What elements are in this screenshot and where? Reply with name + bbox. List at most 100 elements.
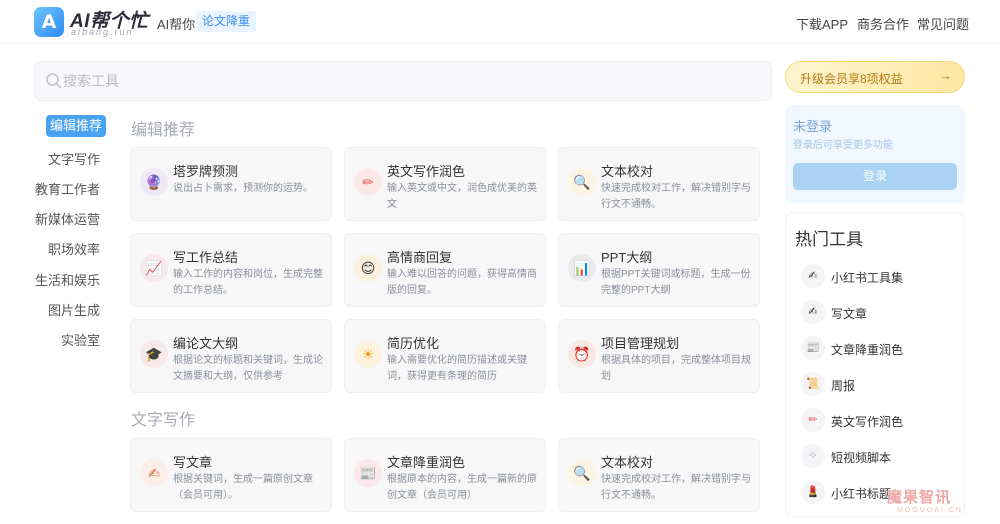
ai-help-label: AI帮你 [157, 17, 196, 32]
card-title: 英文写作润色 [387, 164, 466, 179]
card-title: 写工作总结 [173, 250, 239, 265]
login-panel: 未登录 登录后可享受更多功能 登录 [785, 105, 965, 203]
category-workplace[interactable]: 职场效率 [30, 239, 100, 258]
quill-icon: ✍ [801, 300, 825, 324]
trend-chart-icon: 📈 [140, 254, 168, 282]
tool-card-proofread-2[interactable]: 🔍 文本校对 快速完成校对工作，解决错别字与行文不通畅。 [558, 438, 760, 512]
nav-download-app[interactable]: 下载APP [796, 14, 848, 33]
logo-icon[interactable]: A [34, 7, 64, 37]
card-desc: 快速完成校对工作，解决错别字与行文不通畅。 [601, 474, 751, 501]
hot-tool-item[interactable]: ✏ 英文写作润色 [801, 408, 961, 434]
card-desc: 输入工作的内容和岗位，生成完整的工作总结。 [173, 269, 323, 296]
hot-tool-item[interactable]: 📜 周报 [801, 372, 961, 398]
dots-icon: ⁘ [801, 444, 825, 468]
category-editor-picks[interactable]: 编辑推荐 [46, 115, 106, 137]
card-desc: 根据具体的项目，完成整体项目规划 [601, 355, 751, 382]
card-desc: 快速完成校对工作，解决错别字与行文不通畅。 [601, 183, 751, 210]
category-new-media[interactable]: 新媒体运营 [30, 209, 100, 228]
article-icon: 📰 [354, 459, 382, 487]
hot-tool-label: 小红书工具集 [831, 271, 904, 285]
section-title-editor-picks: 编辑推荐 [131, 122, 196, 139]
card-desc: 根据论文的标题和关键词，生成论文摘要和大纲，仅供参考 [173, 355, 323, 382]
card-title: 项目管理规划 [601, 336, 680, 351]
tool-card-tarot[interactable]: 🔮 塔罗牌预测 说出占卜需求，预测你的运势。 [130, 147, 332, 221]
card-title: 简历优化 [387, 336, 440, 351]
section-title-writing: 文字写作 [131, 412, 196, 429]
card-title: 塔罗牌预测 [173, 164, 239, 179]
hot-tool-item[interactable]: ✍ 小红书工具集 [801, 264, 961, 290]
category-image-generation[interactable]: 图片生成 [30, 300, 100, 319]
pencil-icon: ✏ [354, 168, 382, 196]
hot-tool-label: 文章降重润色 [831, 343, 904, 357]
hot-tool-label: 周报 [831, 379, 856, 393]
card-desc: 输入需要优化的简历描述或关键词，获得更有条理的简历 [387, 355, 527, 382]
tool-card-article-rewrite[interactable]: 📰 文章降重润色 根据原本的内容，生成一篇新的原创文章（会员可用） [344, 438, 546, 512]
hot-tool-label: 写文章 [831, 307, 868, 321]
nav-faq[interactable]: 常见问题 [917, 14, 969, 33]
hot-tool-item[interactable]: 📰 文章降重润色 [801, 336, 961, 362]
category-educators[interactable]: 教育工作者 [30, 179, 100, 198]
login-status: 未登录 [793, 119, 833, 134]
card-desc: 输入难以回答的问题，获得高情商版的回复。 [387, 269, 537, 296]
arrow-right-icon: → [939, 68, 952, 83]
nav-business[interactable]: 商务合作 [857, 14, 909, 33]
scroll-icon: 📜 [801, 372, 825, 396]
magnifier-icon: 🔍 [568, 168, 596, 196]
alarm-clock-icon: ⏰ [568, 340, 596, 368]
card-desc: 根据关键词，生成一篇原创文章（会员可用）。 [173, 474, 313, 501]
tool-card-project-plan[interactable]: ⏰ 项目管理规划 根据具体的项目，完成整体项目规划 [558, 319, 760, 393]
search-bar[interactable] [34, 61, 772, 101]
watermark-en: MOGUOAI.CN [897, 507, 963, 514]
upgrade-membership-button[interactable]: 升级会员享8项权益 → [785, 61, 965, 93]
search-icon [46, 73, 62, 89]
sun-icon: ☀ [354, 340, 382, 368]
tool-card-work-summary[interactable]: 📈 写工作总结 输入工作的内容和岗位，生成完整的工作总结。 [130, 233, 332, 307]
watermark: 魔果智讯 MOGUOAI.CN [887, 486, 961, 514]
hot-tool-item[interactable]: ⁘ 短视频脚本 [801, 444, 961, 470]
card-title: 写文章 [173, 455, 213, 470]
smile-face-icon: 😊 [354, 254, 382, 282]
quill-icon: ✍ [801, 264, 825, 288]
logo-domain: aibang.run [71, 27, 134, 37]
login-hint: 登录后可享受更多功能 [793, 140, 893, 151]
article-icon: 📰 [801, 336, 825, 360]
card-desc: 输入英文或中文，润色成优美的英文 [387, 183, 537, 210]
tool-card-write-article[interactable]: ✍ 写文章 根据关键词，生成一篇原创文章（会员可用）。 [130, 438, 332, 512]
card-desc: 根据原本的内容，生成一篇新的原创文章（会员可用） [387, 474, 537, 501]
graduation-cap-icon: 🎓 [140, 340, 168, 368]
tool-card-english-polish[interactable]: ✏ 英文写作润色 输入英文或中文，润色成优美的英文 [344, 147, 546, 221]
card-title: 高情商回复 [387, 250, 453, 265]
hot-tool-label: 小红书标题 [831, 487, 892, 501]
hot-tools-panel: 热门工具 ✍ 小红书工具集 ✍ 写文章 📰 文章降重润色 📜 周报 ✏ 英文写作… [785, 212, 965, 517]
hot-tools-title: 热门工具 [795, 230, 863, 249]
login-button[interactable]: 登录 [793, 163, 957, 190]
card-title: 文本校对 [601, 455, 654, 470]
category-life-entertainment[interactable]: 生活和娱乐 [30, 270, 100, 289]
upgrade-label: 升级会员享8项权益 [800, 72, 903, 86]
tool-card-eq-reply[interactable]: 😊 高情商回复 输入难以回答的问题，获得高情商版的回复。 [344, 233, 546, 307]
hot-tool-label: 英文写作润色 [831, 415, 904, 429]
quill-icon: ✍ [140, 459, 168, 487]
watermark-cn: 魔果智讯 [887, 489, 952, 506]
card-title: PPT大纲 [601, 250, 653, 265]
card-desc: 根据PPT关键词或标题，生成一份完整的PPT大纲 [601, 269, 751, 296]
card-title: 文章降重润色 [387, 455, 466, 470]
tool-card-proofread[interactable]: 🔍 文本校对 快速完成校对工作，解决错别字与行文不通畅。 [558, 147, 760, 221]
pencil-icon: ✏ [801, 408, 825, 432]
hot-tool-item[interactable]: ✍ 写文章 [801, 300, 961, 326]
category-lab[interactable]: 实验室 [30, 330, 100, 349]
top-header: A AI帮个忙 aibang.run AI帮你 论文降重 下载APP 商务合作 … [0, 0, 1000, 44]
bar-chart-icon: 📊 [568, 254, 596, 282]
card-title: 文本校对 [601, 164, 654, 179]
search-input[interactable] [63, 68, 753, 94]
tool-card-resume[interactable]: ☀ 简历优化 输入需要优化的简历描述或关键词，获得更有条理的简历 [344, 319, 546, 393]
ai-help-tag[interactable]: 论文降重 [196, 11, 257, 32]
tool-card-ppt-outline[interactable]: 📊 PPT大纲 根据PPT关键词或标题，生成一份完整的PPT大纲 [558, 233, 760, 307]
hot-tool-label: 短视频脚本 [831, 451, 892, 465]
category-writing[interactable]: 文字写作 [30, 149, 100, 168]
card-desc: 说出占卜需求，预测你的运势。 [173, 183, 313, 194]
magnifier-icon: 🔍 [568, 459, 596, 487]
crystal-ball-icon: 🔮 [140, 168, 168, 196]
card-title: 编论文大纲 [173, 336, 239, 351]
tool-card-thesis-outline[interactable]: 🎓 编论文大纲 根据论文的标题和关键词，生成论文摘要和大纲，仅供参考 [130, 319, 332, 393]
